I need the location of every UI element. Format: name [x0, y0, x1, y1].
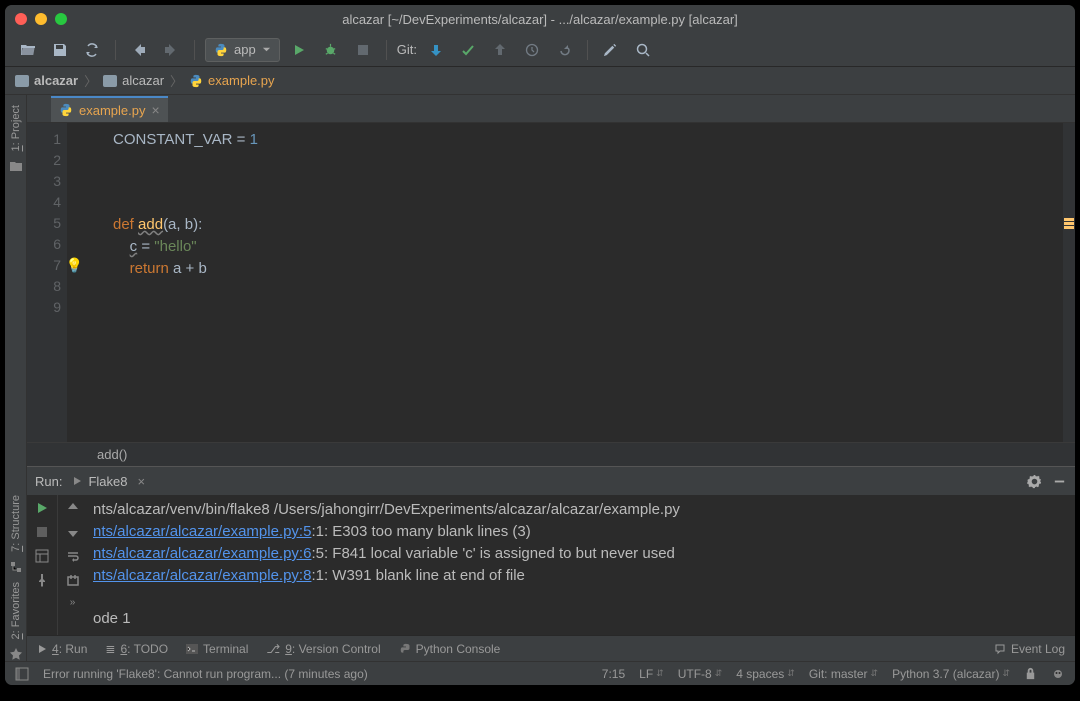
structure-icon	[9, 560, 23, 574]
down-button[interactable]	[66, 525, 80, 539]
settings-button[interactable]	[598, 37, 624, 63]
run-toolwindow-header: Run: Flake8 ×	[27, 467, 1075, 495]
code-area[interactable]: CONSTANT_VAR = 1 def add(a, b): c = "hel…	[67, 123, 1075, 442]
warning-marker[interactable]	[1064, 222, 1074, 225]
run-label: Run:	[35, 474, 62, 489]
breadcrumb-root[interactable]: alcazar	[15, 73, 78, 88]
interpreter-selector[interactable]: Python 3.7 (alcazar)⇵	[892, 667, 1010, 681]
git-push-button[interactable]	[487, 37, 513, 63]
run-config-selector[interactable]: app	[205, 38, 280, 62]
gutter[interactable]: 123456789 💡	[27, 123, 67, 442]
export-button[interactable]	[66, 573, 80, 587]
left-toolwindow-bar: 1: Project 7: Structure 2: Favorites	[5, 95, 27, 661]
terminal-toolwindow-button[interactable]: Terminal	[186, 642, 248, 656]
project-toolwindow-button[interactable]: 1: Project	[10, 99, 22, 157]
run-tab[interactable]: Flake8 ×	[72, 474, 145, 489]
back-button[interactable]	[126, 37, 152, 63]
git-branch-selector[interactable]: Git: master⇵	[809, 667, 878, 681]
cursor-position[interactable]: 7:15	[602, 667, 625, 681]
folder-icon	[9, 159, 23, 173]
editor-tab-active[interactable]: example.py ×	[51, 96, 168, 122]
console-link[interactable]: nts/alcazar/alcazar/example.py:8	[93, 567, 311, 584]
chevron-down-icon	[262, 45, 271, 54]
window-title: alcazar [~/DevExperiments/alcazar] - ...…	[342, 12, 738, 27]
titlebar: alcazar [~/DevExperiments/alcazar] - ...…	[5, 5, 1075, 33]
run-toolbar-left	[27, 495, 57, 635]
bottom-toolwindow-bar: 4: Run ≣6: TODO Terminal ⎇9: Version Con…	[27, 635, 1075, 661]
minimize-window-button[interactable]	[35, 13, 47, 25]
python-icon	[399, 643, 411, 655]
stop-button[interactable]	[350, 37, 376, 63]
folder-icon	[15, 75, 29, 87]
git-label: Git:	[397, 42, 417, 57]
settings-icon[interactable]	[1027, 474, 1042, 489]
editor[interactable]: 123456789 💡 CONSTANT_VAR = 1 def add(a, …	[27, 123, 1075, 442]
python-icon	[214, 43, 228, 57]
run-toolbar-left2: »	[57, 495, 87, 635]
tab-filename: example.py	[79, 103, 145, 118]
rerun-button[interactable]	[35, 501, 49, 515]
pin-button[interactable]	[35, 573, 49, 587]
warning-marker[interactable]	[1064, 226, 1074, 229]
favorites-toolwindow-button[interactable]: 2: Favorites	[10, 576, 22, 645]
console-link[interactable]: nts/alcazar/alcazar/example.py:6	[93, 545, 311, 562]
run-toolwindow-button[interactable]: 4: Run	[37, 642, 87, 656]
navigation-bar: alcazar 〉 alcazar 〉 example.py	[5, 67, 1075, 95]
star-icon	[9, 647, 23, 661]
status-message[interactable]: Error running 'Flake8': Cannot run progr…	[43, 667, 368, 681]
close-run-tab-button[interactable]: ×	[138, 474, 146, 489]
console-link[interactable]: nts/alcazar/alcazar/example.py:5	[93, 523, 311, 540]
open-button[interactable]	[15, 37, 41, 63]
wrap-button[interactable]	[66, 549, 80, 563]
toolwindows-button[interactable]	[15, 667, 29, 681]
main-toolbar: app Git:	[5, 33, 1075, 67]
warning-marker[interactable]	[1064, 218, 1074, 221]
debug-button[interactable]	[318, 37, 344, 63]
indent-selector[interactable]: 4 spaces⇵	[736, 667, 795, 681]
more-button[interactable]: »	[70, 597, 76, 608]
python-icon	[59, 103, 73, 117]
search-button[interactable]	[630, 37, 656, 63]
git-update-button[interactable]	[423, 37, 449, 63]
up-button[interactable]	[66, 501, 80, 515]
breadcrumb-file[interactable]: example.py	[189, 73, 274, 88]
run-toolwindow: Run: Flake8 ×	[27, 466, 1075, 635]
close-tab-button[interactable]: ×	[151, 102, 159, 118]
close-window-button[interactable]	[15, 13, 27, 25]
intention-bulb-icon[interactable]: 💡	[66, 255, 83, 276]
structure-toolwindow-button[interactable]: 7: Structure	[10, 489, 22, 558]
git-history-button[interactable]	[519, 37, 545, 63]
editor-breadcrumb[interactable]: add()	[27, 442, 1075, 466]
stop-button[interactable]	[35, 525, 49, 539]
folder-icon	[103, 75, 117, 87]
todo-toolwindow-button[interactable]: ≣6: TODO	[105, 642, 168, 656]
save-button[interactable]	[47, 37, 73, 63]
python-console-button[interactable]: Python Console	[399, 642, 501, 656]
play-icon	[72, 476, 82, 486]
run-config-name: app	[234, 42, 256, 57]
forward-button[interactable]	[158, 37, 184, 63]
git-rollback-button[interactable]	[551, 37, 577, 63]
lock-icon[interactable]	[1024, 667, 1037, 680]
vcs-toolwindow-button[interactable]: ⎇9: Version Control	[266, 642, 380, 656]
sync-button[interactable]	[79, 37, 105, 63]
inspection-icon[interactable]	[1051, 667, 1065, 681]
status-bar: Error running 'Flake8': Cannot run progr…	[5, 661, 1075, 685]
console-output[interactable]: nts/alcazar/venv/bin/flake8 /Users/jahon…	[87, 495, 1075, 635]
line-ending-selector[interactable]: LF⇵	[639, 667, 664, 681]
event-log-button[interactable]: Event Log	[994, 642, 1065, 656]
breadcrumb-folder[interactable]: alcazar	[103, 73, 164, 88]
git-commit-button[interactable]	[455, 37, 481, 63]
python-icon	[189, 74, 203, 88]
maximize-window-button[interactable]	[55, 13, 67, 25]
minimize-panel-button[interactable]	[1052, 474, 1067, 489]
editor-tabs: example.py ×	[27, 95, 1075, 123]
editor-marker-bar[interactable]	[1063, 123, 1075, 442]
layout-button[interactable]	[35, 549, 49, 563]
run-button[interactable]	[286, 37, 312, 63]
encoding-selector[interactable]: UTF-8⇵	[678, 667, 723, 681]
